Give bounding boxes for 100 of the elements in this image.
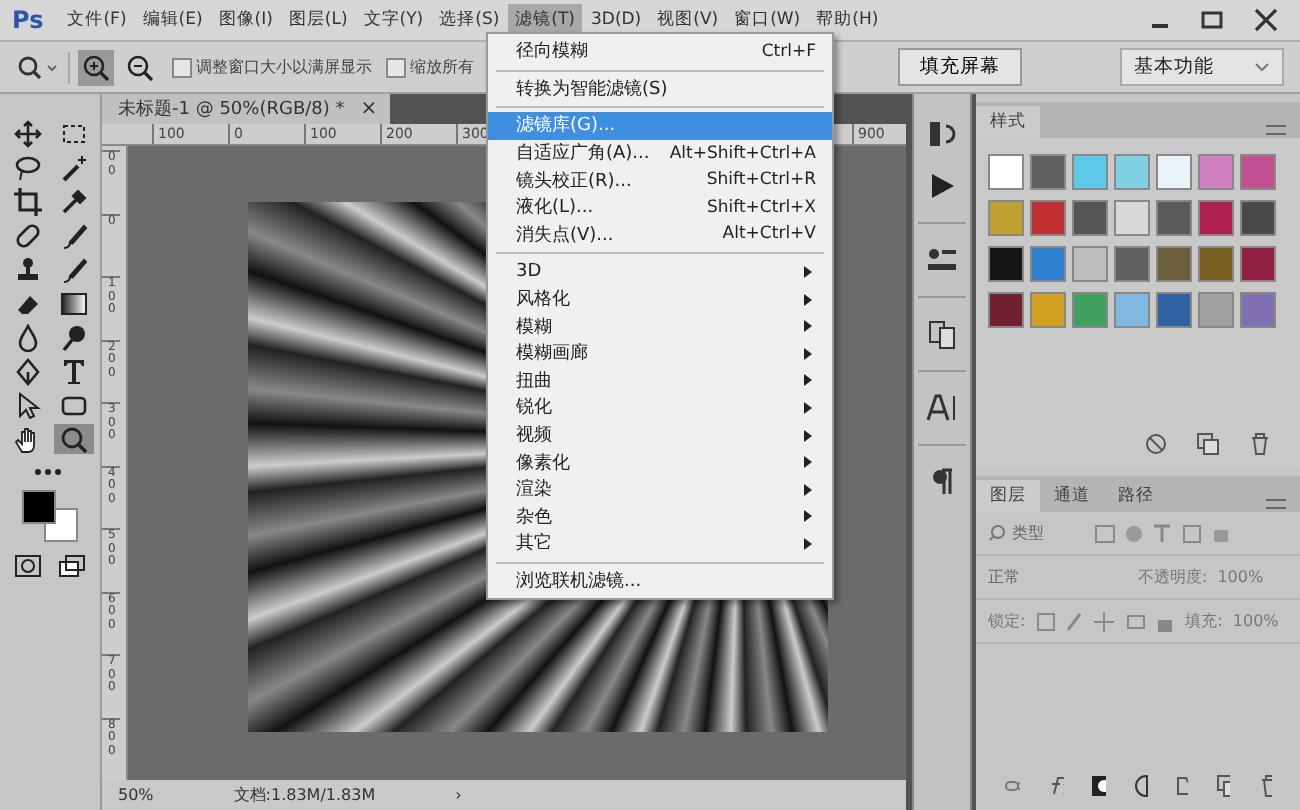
menu-item[interactable]: 扭曲	[488, 367, 832, 395]
caret-icon	[1254, 61, 1270, 73]
fill-screen-button[interactable]: 填充屏幕	[898, 48, 1022, 86]
menu-item[interactable]: 消失点(V)... Alt+Ctrl+V	[488, 221, 832, 249]
document-tab[interactable]: 未标题-1 @ 50%(RGB/8) * ×	[102, 94, 390, 124]
menu-item[interactable]: 视图(V)	[649, 4, 727, 36]
panel-tab[interactable]: 通道	[1040, 480, 1104, 512]
style-swatch[interactable]	[1072, 246, 1108, 282]
clear-style-icon[interactable]	[1144, 432, 1168, 456]
quick-mask-icon[interactable]	[14, 554, 42, 578]
more-tools-icon[interactable]	[34, 466, 66, 478]
menu-item[interactable]: 模糊画廊	[488, 339, 832, 368]
close-tab-icon[interactable]: ×	[360, 98, 378, 120]
menu-item[interactable]: 编辑(E)	[134, 4, 211, 36]
type-icon	[59, 357, 87, 385]
opacity-label: 不透明度:	[1138, 566, 1208, 588]
style-swatch[interactable]	[1030, 246, 1066, 282]
crop-icon	[13, 187, 41, 215]
style-swatch[interactable]	[1072, 154, 1108, 190]
new-style-icon[interactable]	[1196, 432, 1220, 456]
style-swatch[interactable]	[1156, 200, 1192, 236]
menu-item[interactable]: 自适应广角(A)... Alt+Shift+Ctrl+A	[488, 139, 832, 167]
menu-item[interactable]: 镜头校正(R)... Shift+Ctrl+R	[488, 166, 832, 194]
menu-item[interactable]: 选择(S)	[431, 4, 508, 36]
menu-item[interactable]: 窗口(W)	[726, 4, 809, 36]
style-swatch[interactable]	[1030, 200, 1066, 236]
lasso-icon	[13, 153, 41, 181]
style-swatch[interactable]	[988, 292, 1024, 328]
style-swatch[interactable]	[1198, 200, 1234, 236]
search-icon	[988, 524, 1006, 542]
style-swatch[interactable]	[1198, 246, 1234, 282]
menu-item[interactable]: 3D(D)	[582, 6, 650, 34]
menu-item[interactable]: 径向模糊 Ctrl+F	[488, 38, 832, 66]
style-swatch[interactable]	[1240, 246, 1276, 282]
app-logo: Ps	[10, 6, 46, 34]
style-swatch[interactable]	[1030, 292, 1066, 328]
style-swatch[interactable]	[1198, 154, 1234, 190]
menu-item[interactable]: 风格化	[488, 285, 832, 313]
style-swatch[interactable]	[1198, 292, 1234, 328]
menu-item[interactable]: 模糊	[488, 312, 832, 340]
menu-item[interactable]: 图层(L)	[280, 4, 356, 36]
zoom-tool[interactable]	[53, 424, 93, 454]
clone-source-icon[interactable]	[926, 318, 958, 350]
zoom-level[interactable]: 50%	[118, 786, 154, 804]
stamp-icon	[13, 255, 41, 283]
style-swatch[interactable]	[1240, 200, 1276, 236]
menu-item[interactable]: 像素化	[488, 448, 832, 476]
kind-filter-dropdown[interactable]: 类型	[988, 522, 1084, 544]
panel-tab[interactable]: 图层	[976, 480, 1040, 512]
drop-icon	[13, 323, 41, 351]
play-icon[interactable]	[926, 170, 958, 202]
style-swatch[interactable]	[1114, 292, 1150, 328]
style-swatch[interactable]	[988, 246, 1024, 282]
menu-item[interactable]: 其它	[488, 530, 832, 558]
blend-mode-dropdown[interactable]: 正常	[988, 566, 1128, 588]
styles-tab[interactable]: 样式	[976, 106, 1040, 138]
menu-item[interactable]: 锐化	[488, 394, 832, 422]
workspace-dropdown[interactable]: 基本功能	[1120, 48, 1284, 86]
panel-menu-icon[interactable]	[1264, 122, 1288, 138]
character-icon[interactable]	[926, 392, 958, 424]
menu-item[interactable]: 液化(L)... Shift+Ctrl+X	[488, 193, 832, 222]
style-swatch[interactable]	[1114, 200, 1150, 236]
menu-item[interactable]: 杂色	[488, 503, 832, 531]
style-swatch[interactable]	[988, 154, 1024, 190]
lock-label: 锁定:	[988, 610, 1026, 632]
menu-item[interactable]: 帮助(H)	[808, 4, 887, 36]
panel-menu-icon[interactable]	[1264, 496, 1288, 512]
menu-item[interactable]: 浏览联机滤镜...	[488, 567, 832, 595]
menu-item[interactable]: 渲染	[488, 475, 832, 503]
screen-mode-icon[interactable]	[58, 554, 86, 578]
menu-item[interactable]: 视频	[488, 421, 832, 449]
style-swatch[interactable]	[1030, 154, 1066, 190]
style-swatch[interactable]	[1114, 154, 1150, 190]
style-swatch[interactable]	[1072, 200, 1108, 236]
history-icon[interactable]	[926, 118, 958, 150]
style-swatch[interactable]	[1240, 292, 1276, 328]
checkbox[interactable]: 调整窗口大小以满屏显示	[172, 56, 372, 78]
color-swatches-drawing[interactable]	[22, 490, 78, 542]
style-swatch[interactable]	[1156, 246, 1192, 282]
menu-item[interactable]: 图像(I)	[210, 4, 281, 36]
menu-item[interactable]: 文件(F)	[59, 4, 135, 36]
checkbox[interactable]: 缩放所有	[386, 56, 474, 78]
style-swatch[interactable]	[1156, 154, 1192, 190]
style-swatch[interactable]	[1072, 292, 1108, 328]
menu-item[interactable]: 3D	[488, 258, 832, 286]
zoom-in-button[interactable]	[78, 49, 114, 85]
document-size: 文档:1.83M/1.83M	[233, 784, 376, 806]
mask-icon[interactable]	[1091, 776, 1106, 796]
menu-item[interactable]: 文字(Y)	[355, 4, 432, 36]
panel-tab[interactable]: 路径	[1104, 480, 1168, 512]
properties-icon[interactable]	[926, 244, 958, 276]
zoom-in-icon	[82, 53, 110, 81]
style-swatch[interactable]	[1156, 292, 1192, 328]
zoom-icon[interactable]	[16, 53, 60, 81]
style-swatch[interactable]	[988, 200, 1024, 236]
style-swatch[interactable]	[1240, 154, 1276, 190]
menu-item[interactable]: 转换为智能滤镜(S)	[488, 75, 832, 103]
status-menu-arrow[interactable]: ›	[455, 786, 462, 804]
style-swatch[interactable]	[1114, 246, 1150, 282]
brush-icon	[59, 221, 87, 249]
